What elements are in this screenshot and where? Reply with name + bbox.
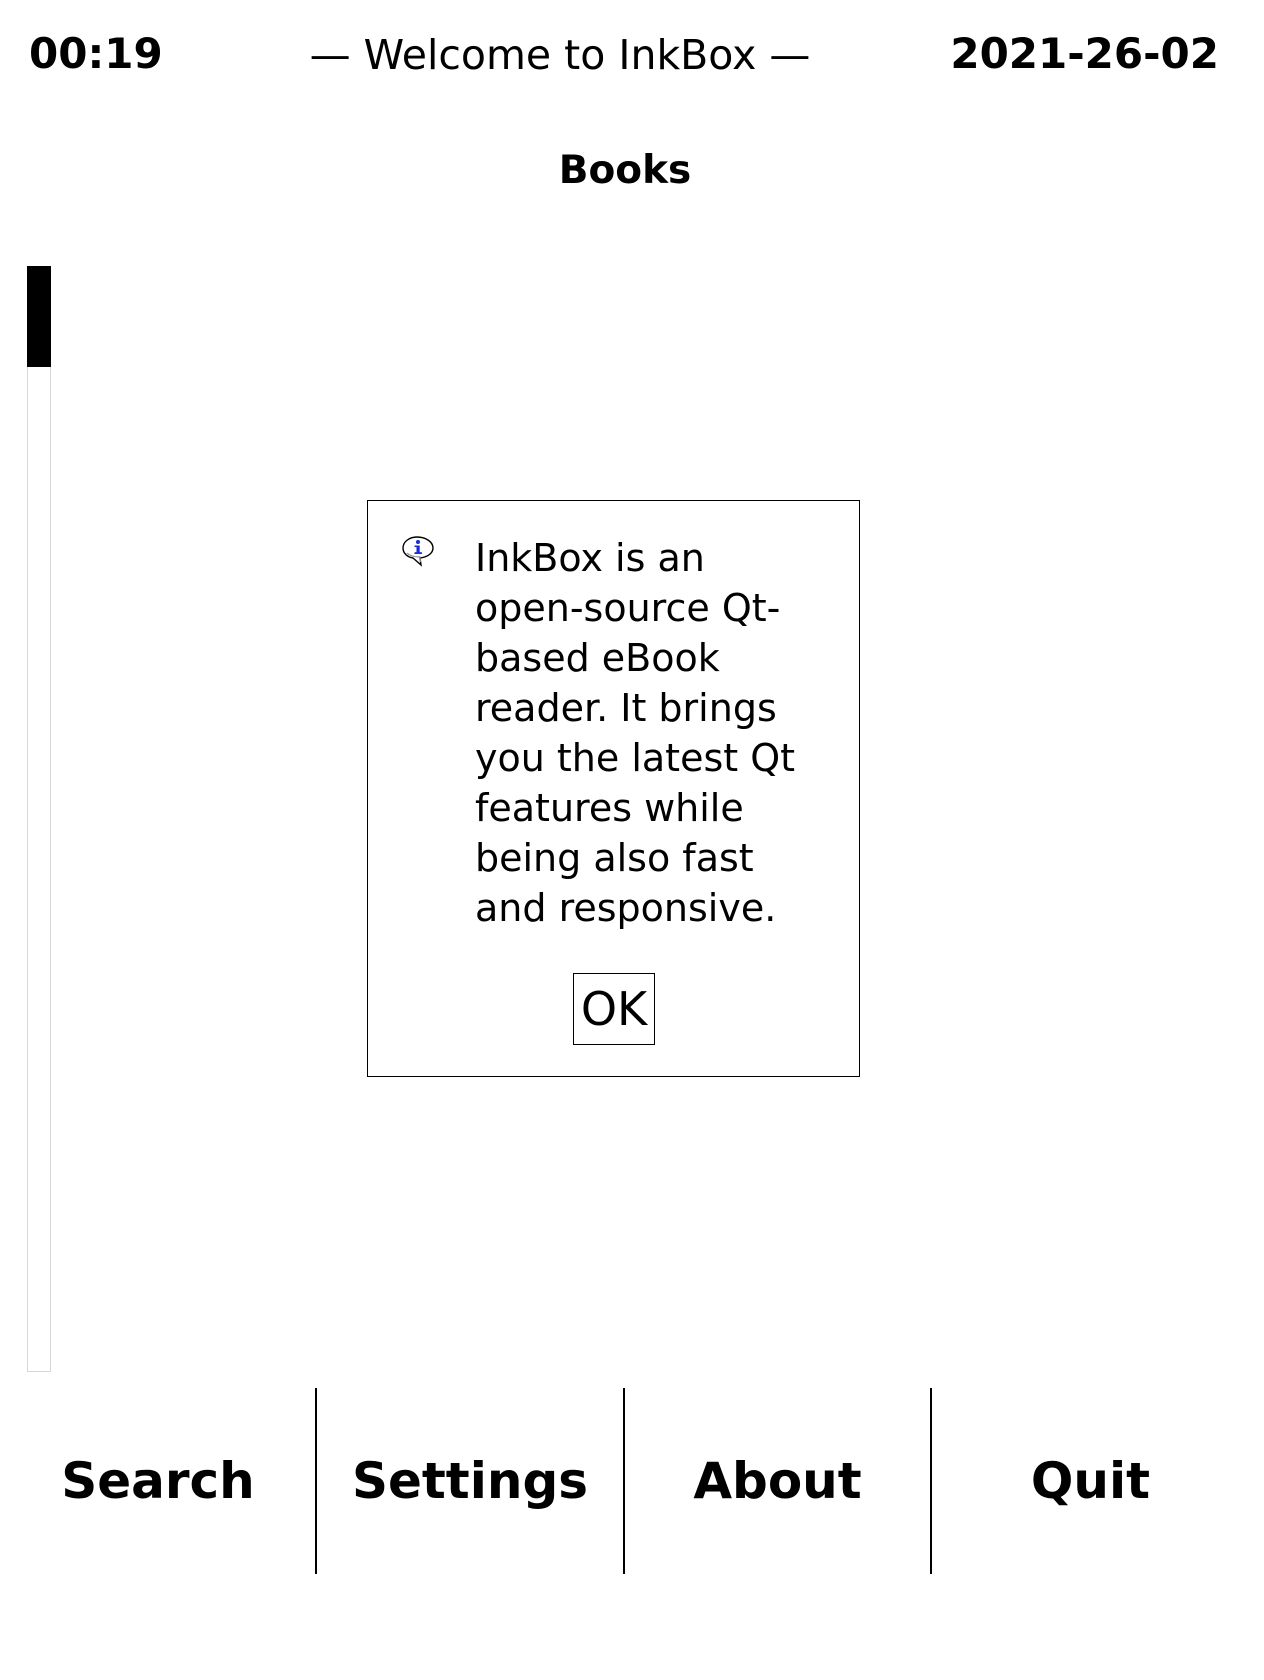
about-dialog: InkBox is an open-source Qt- based eBook…	[367, 500, 860, 1077]
ok-button[interactable]: OK	[573, 973, 655, 1045]
book-list-scrollbar[interactable]	[27, 266, 51, 1372]
scrollbar-thumb[interactable]	[27, 266, 51, 367]
settings-button[interactable]: Settings	[316, 1388, 624, 1574]
info-icon	[401, 535, 437, 567]
section-title-books: Books	[558, 148, 692, 193]
dialog-message: InkBox is an open-source Qt- based eBook…	[475, 536, 796, 930]
bottom-toolbar: Search Settings About Quit	[0, 1388, 1250, 1574]
about-button[interactable]: About	[624, 1388, 931, 1574]
search-button[interactable]: Search	[0, 1388, 316, 1574]
quit-button[interactable]: Quit	[931, 1388, 1250, 1574]
date-display: 2021-26-02	[950, 29, 1219, 78]
